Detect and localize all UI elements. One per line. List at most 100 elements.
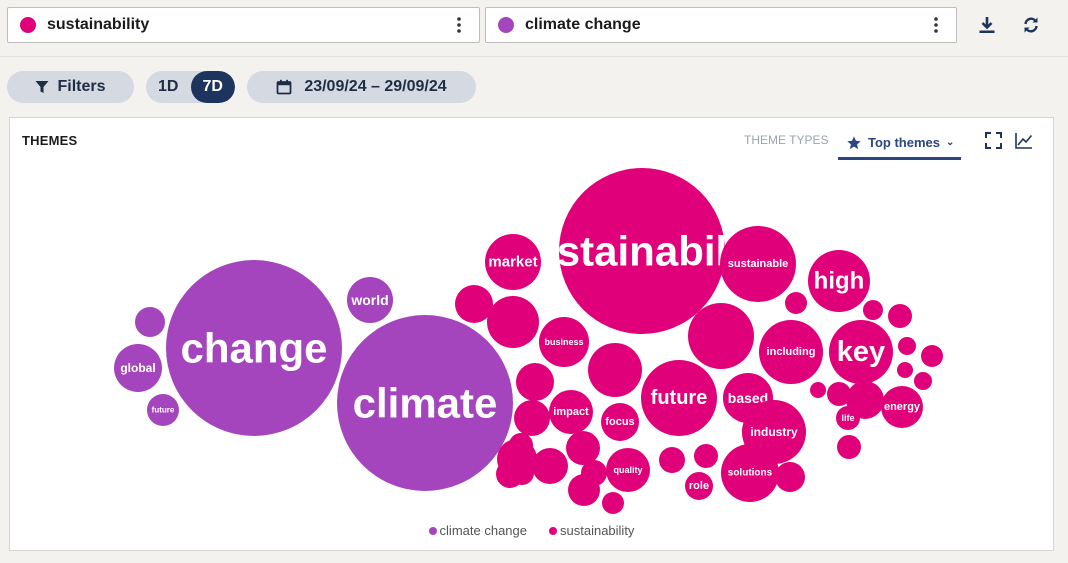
bubble-change-climate-change[interactable]: change xyxy=(166,260,342,436)
bubble-circle xyxy=(775,462,805,492)
query-bar-climate-change[interactable]: climate change xyxy=(485,7,957,43)
bubble-sustainable-sustainability[interactable]: sustainable xyxy=(720,226,796,302)
chart-legend: climate change sustainability xyxy=(10,523,1053,538)
bubble-unlabeled-sustainability[interactable] xyxy=(810,382,826,398)
bubble-label: impact xyxy=(553,406,589,418)
legend-item-sustainability[interactable]: sustainability xyxy=(549,523,634,538)
bubble-circle xyxy=(496,460,524,488)
bubble-unlabeled-sustainability[interactable] xyxy=(496,460,524,488)
query-color-dot xyxy=(20,17,36,33)
bubble-circle xyxy=(846,381,884,419)
bubble-circle xyxy=(135,307,165,337)
bubble-unlabeled-sustainability[interactable] xyxy=(898,337,916,355)
bubble-unlabeled-sustainability[interactable] xyxy=(694,444,718,468)
range-option-1d[interactable]: 1D xyxy=(146,71,191,103)
bubble-world-climate-change[interactable]: world xyxy=(347,277,393,323)
bubble-unlabeled-sustainability[interactable] xyxy=(516,363,554,401)
bubble-unlabeled-sustainability[interactable] xyxy=(837,435,861,459)
bubble-circle xyxy=(914,372,932,390)
bubble-circle xyxy=(588,343,642,397)
bubble-unlabeled-sustainability[interactable] xyxy=(897,362,913,378)
bubble-future-sustainability[interactable]: future xyxy=(641,360,717,436)
bubble-unlabeled-sustainability[interactable] xyxy=(914,372,932,390)
refresh-icon[interactable] xyxy=(1019,13,1043,37)
line-chart-icon[interactable] xyxy=(1013,129,1035,151)
bubble-circle xyxy=(568,474,600,506)
bubble-unlabeled-sustainability[interactable] xyxy=(688,303,754,369)
bubble-circle xyxy=(837,435,861,459)
bubble-market-sustainability[interactable]: market xyxy=(485,234,541,290)
bubble-focus-sustainability[interactable]: focus xyxy=(601,403,639,441)
bubble-unlabeled-sustainability[interactable] xyxy=(588,343,642,397)
expand-icon[interactable] xyxy=(982,129,1004,151)
legend-dot xyxy=(549,526,557,535)
bubble-high-sustainability[interactable]: high xyxy=(808,250,870,312)
bubble-including-sustainability[interactable]: including xyxy=(759,320,823,384)
star-icon xyxy=(847,135,861,149)
date-range-button[interactable]: 23/09/24 – 29/09/24 xyxy=(247,71,476,103)
chevron-down-icon: ⌄ xyxy=(946,137,955,148)
bubble-circle xyxy=(921,345,943,367)
bubble-label: business xyxy=(544,337,583,347)
query-label: sustainability xyxy=(47,16,150,33)
bubble-unlabeled-sustainability[interactable] xyxy=(455,285,493,323)
bubble-circle xyxy=(487,296,539,348)
more-vert-icon[interactable] xyxy=(447,13,471,37)
bubble-circle xyxy=(566,431,600,465)
bubble-unlabeled-sustainability[interactable] xyxy=(785,292,807,314)
bubble-global-climate-change[interactable]: global xyxy=(114,344,162,392)
time-range-toggle[interactable]: 1D 7D xyxy=(146,71,235,103)
range-option-7d[interactable]: 7D xyxy=(190,71,235,103)
bubble-unlabeled-sustainability[interactable] xyxy=(514,400,550,436)
bubble-circle xyxy=(785,292,807,314)
bubble-circle xyxy=(810,382,826,398)
bubble-label: change xyxy=(180,325,327,372)
filters-button[interactable]: Filters xyxy=(7,71,134,103)
bubble-circle xyxy=(509,433,533,457)
more-vert-icon[interactable] xyxy=(924,13,948,37)
bubble-energy-sustainability[interactable]: energy xyxy=(881,386,923,428)
bubble-quality-sustainability[interactable]: quality xyxy=(606,448,650,492)
bubble-unlabeled-sustainability[interactable] xyxy=(532,448,568,484)
legend-item-climate-change[interactable]: climate change xyxy=(428,523,527,538)
bubble-solutions-sustainability[interactable]: solutions xyxy=(721,444,779,502)
bubble-unlabeled-climate-change[interactable] xyxy=(135,307,165,337)
bubble-unlabeled-sustainability[interactable] xyxy=(568,474,600,506)
header-divider xyxy=(0,56,1068,57)
filters-label: Filters xyxy=(57,78,106,95)
query-bar-sustainability[interactable]: sustainability xyxy=(7,7,480,43)
bubble-label: future xyxy=(152,406,175,415)
bubble-unlabeled-sustainability[interactable] xyxy=(487,296,539,348)
bubble-business-sustainability[interactable]: business xyxy=(539,317,589,367)
bubble-key-sustainability[interactable]: key xyxy=(829,320,893,384)
bubble-label: future xyxy=(651,387,708,409)
bubble-label: including xyxy=(767,346,816,358)
date-range-label: 23/09/24 – 29/09/24 xyxy=(304,78,447,95)
bubble-unlabeled-sustainability[interactable] xyxy=(921,345,943,367)
bubble-future-climate-change[interactable]: future xyxy=(147,394,179,426)
bubble-unlabeled-sustainability[interactable] xyxy=(863,300,883,320)
bubble-circle xyxy=(897,362,913,378)
legend-dot xyxy=(428,526,437,535)
bubble-unlabeled-sustainability[interactable] xyxy=(659,447,685,473)
bubble-unlabeled-sustainability[interactable] xyxy=(566,431,600,465)
bubble-unlabeled-sustainability[interactable] xyxy=(602,492,624,514)
bubble-unlabeled-sustainability[interactable] xyxy=(775,462,805,492)
query-color-dot xyxy=(498,17,514,33)
legend-label: climate change xyxy=(439,523,527,538)
bubble-unlabeled-sustainability[interactable] xyxy=(509,433,533,457)
bubble-label: role xyxy=(689,480,709,492)
bubble-label: life xyxy=(841,413,854,423)
download-icon[interactable] xyxy=(975,13,999,37)
bubble-impact-sustainability[interactable]: impact xyxy=(549,390,593,434)
bubble-unlabeled-sustainability[interactable] xyxy=(888,304,912,328)
bubble-role-sustainability[interactable]: role xyxy=(685,472,713,500)
theme-type-select[interactable]: Top themes ⌄ xyxy=(838,128,961,160)
bubble-climate-climate-change[interactable]: climate xyxy=(337,315,513,491)
bubble-circle xyxy=(532,448,568,484)
calendar-icon xyxy=(276,79,292,95)
bubble-label: solutions xyxy=(728,468,773,479)
filter-icon xyxy=(35,81,49,93)
bubble-unlabeled-sustainability[interactable] xyxy=(846,381,884,419)
bubble-circle xyxy=(659,447,685,473)
